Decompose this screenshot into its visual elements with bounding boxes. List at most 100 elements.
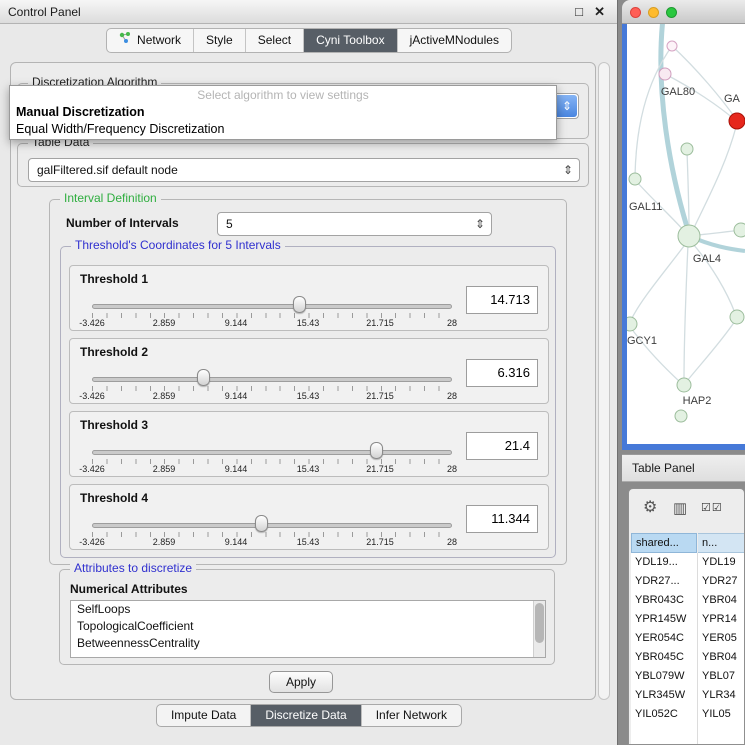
table-row[interactable]: YDR27...YDR27 [631,572,745,591]
tab-impute-data[interactable]: Impute Data [157,705,250,726]
table-row[interactable]: YLR345WYLR34 [631,686,745,705]
tick-label: -3.426 [79,537,105,547]
cell[interactable]: YDL19 [697,553,745,572]
cell[interactable]: YDR27 [697,572,745,591]
network-node[interactable] [675,410,687,422]
cell[interactable]: YIL05 [697,705,745,724]
mac-zoom-icon[interactable] [666,7,677,18]
cell[interactable]: YLR34 [697,686,745,705]
mac-minimize-icon[interactable] [648,7,659,18]
list-item[interactable]: BetweennessCentrality [71,635,545,652]
apply-button[interactable]: Apply [269,671,333,693]
tab-discretize-data[interactable]: Discretize Data [250,705,360,726]
dropdown-option-manual[interactable]: Manual Discretization [10,104,556,121]
table-row[interactable]: YPR145WYPR14 [631,610,745,629]
slider-track[interactable] [92,450,452,455]
table-row[interactable]: YIL052CYIL05 [631,705,745,724]
tick-label: 15.43 [297,464,320,474]
cell[interactable]: YBR04 [697,591,745,610]
table-row[interactable]: YDL19...YDL19 [631,553,745,572]
slider-thumb[interactable] [197,369,210,386]
bottom-tab-group: Impute Data Discretize Data Infer Networ… [156,704,462,727]
num-intervals-combobox[interactable]: 5 ⇕ [217,212,492,236]
tick-label: 2.859 [153,537,176,547]
cell[interactable]: YER054C [631,629,697,648]
tab-select[interactable]: Select [245,29,303,52]
scrollbar-thumb[interactable] [535,603,544,643]
network-node-hap2[interactable] [677,378,691,392]
cell[interactable]: YBL079W [631,667,697,686]
cell[interactable]: YDR27... [631,572,697,591]
network-node[interactable] [730,310,744,324]
tab-network[interactable]: Network [107,29,193,52]
cell[interactable]: YPR14 [697,610,745,629]
tab-cyni-toolbox[interactable]: Cyni Toolbox [303,29,396,52]
control-panel-scrollbar[interactable] [598,62,610,700]
cell[interactable]: YER05 [697,629,745,648]
table-data-selected: galFiltered.sif default node [37,159,178,181]
table-row[interactable]: YBL079WYBL07 [631,667,745,686]
node-label-gal4: GAL4 [693,253,721,265]
table-row[interactable]: YER054CYER05 [631,629,745,648]
close-icon[interactable]: ✕ [594,4,605,20]
algorithm-dropdown: Select algorithm to view settings Manual… [9,85,557,140]
table-data-group: Table Data galFiltered.sif default node … [17,143,589,187]
network-node[interactable] [629,173,641,185]
threshold-value-field[interactable]: 6.316 [466,359,538,387]
column-header-name[interactable]: n... [698,533,745,553]
tab-jactivemnodules[interactable]: jActiveMNodules [397,29,511,52]
network-node[interactable] [734,223,745,237]
float-window-icon[interactable]: □ [575,4,583,19]
network-node-gcy1[interactable] [627,317,637,331]
cell[interactable]: YIL052C [631,705,697,724]
table-data-combobox[interactable]: galFiltered.sif default node ⇕ [28,158,580,182]
network-node[interactable] [667,41,677,51]
cell[interactable]: YBL07 [697,667,745,686]
slider-thumb[interactable] [255,515,268,532]
tick-label: -3.426 [79,391,105,401]
combobox-arrows-icon[interactable]: ⇕ [557,95,577,117]
list-item[interactable]: TopologicalCoefficient [71,618,545,635]
dropdown-option-equal-width[interactable]: Equal Width/Frequency Discretization [10,121,556,138]
cell[interactable]: YDL19... [631,553,697,572]
threshold-value-field[interactable]: 14.713 [466,286,538,314]
tab-infer-network[interactable]: Infer Network [361,705,461,726]
bottom-tab-bar: Impute Data Discretize Data Infer Networ… [0,704,618,727]
tick-label: -3.426 [79,318,105,328]
tab-label: jActiveMNodules [410,29,499,52]
column-header-shared-name[interactable]: shared... [631,533,697,553]
list-scrollbar[interactable] [533,601,545,657]
slider-track[interactable] [92,304,452,309]
tick-label: 28 [447,391,457,401]
slider-thumb[interactable] [293,296,306,313]
list-item[interactable]: SelfLoops [71,601,545,618]
network-node-red[interactable] [729,113,745,129]
network-node-gal80[interactable] [659,68,671,80]
slider-track[interactable] [92,377,452,382]
slider-thumb[interactable] [370,442,383,459]
cell[interactable]: YPR145W [631,610,697,629]
attributes-list[interactable]: SelfLoops TopologicalCoefficient Between… [70,600,546,658]
columns-icon[interactable]: ▥ [673,499,687,517]
select-columns-icon[interactable]: ☑☑ [701,501,723,514]
threshold-value-field[interactable]: 21.4 [466,432,538,460]
table-row[interactable]: YBR045CYBR04 [631,648,745,667]
tab-style[interactable]: Style [193,29,245,52]
gear-icon[interactable]: ⚙ [643,497,657,517]
column-separator [697,553,698,744]
tick-label: 9.144 [225,464,248,474]
cell[interactable]: YBR045C [631,648,697,667]
tab-label: Style [206,29,233,52]
tick-label: 9.144 [225,318,248,328]
cell[interactable]: YLR345W [631,686,697,705]
slider-track[interactable] [92,523,452,528]
cell[interactable]: YBR043C [631,591,697,610]
combobox-arrows-icon: ⇕ [475,213,485,235]
threshold-value-field[interactable]: 11.344 [466,505,538,533]
network-canvas[interactable]: GAL80 GA GAL11 GAL4 GCY1 HAP2 [622,24,745,450]
network-node[interactable] [681,143,693,155]
cell[interactable]: YBR04 [697,648,745,667]
mac-close-icon[interactable] [630,7,641,18]
table-row[interactable]: YBR043CYBR04 [631,591,745,610]
network-node-gal4[interactable] [678,225,700,247]
